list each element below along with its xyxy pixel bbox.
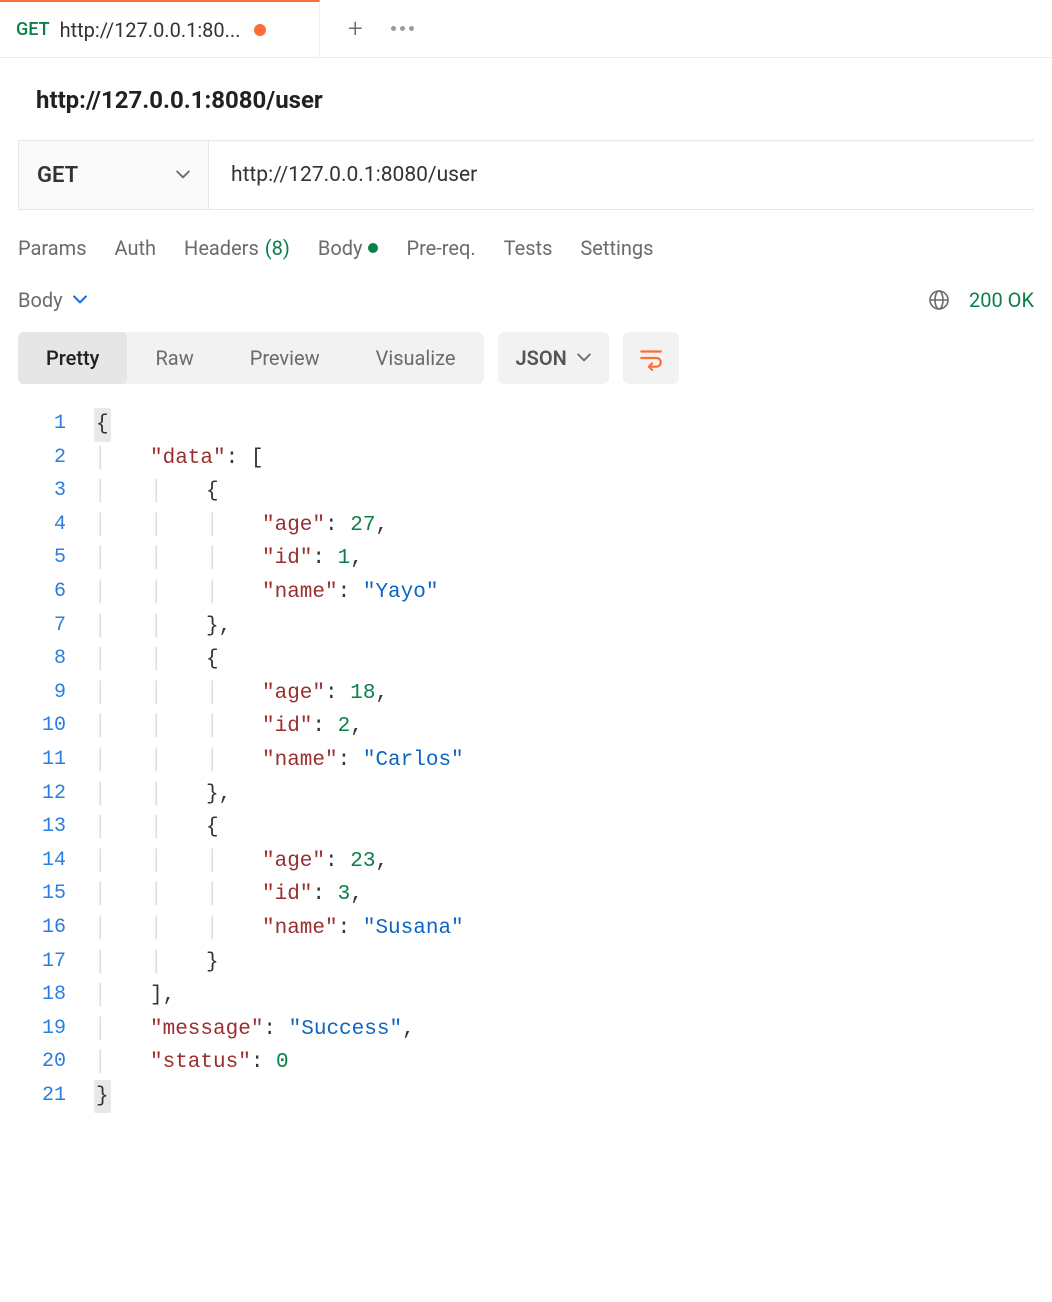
response-section-select[interactable]: Body bbox=[18, 288, 87, 312]
unsaved-indicator-icon bbox=[254, 24, 266, 36]
view-tab-visualize[interactable]: Visualize bbox=[348, 332, 484, 384]
view-tabs: Pretty Raw Preview Visualize bbox=[18, 332, 484, 384]
tab-prereq[interactable]: Pre-req. bbox=[406, 236, 475, 260]
title-bar: http://127.0.0.1:8080/user bbox=[0, 58, 1052, 140]
response-body[interactable]: 1{ 2│"data": [ 3││{ 4│││"age": 27, 5│││"… bbox=[0, 402, 1052, 1119]
tabs-actions: + bbox=[320, 16, 414, 42]
method-label: GET bbox=[37, 163, 78, 188]
wrap-icon bbox=[638, 345, 664, 371]
tab-auth[interactable]: Auth bbox=[115, 236, 157, 260]
tab-method-badge: GET bbox=[16, 19, 50, 40]
status-text[interactable]: 200 OK bbox=[969, 288, 1034, 312]
globe-icon[interactable] bbox=[927, 288, 951, 312]
url-bar: GET http://127.0.0.1:8080/user bbox=[18, 140, 1034, 210]
format-select[interactable]: JSON bbox=[498, 332, 609, 384]
chevron-down-icon bbox=[577, 351, 591, 365]
body-indicator-icon bbox=[368, 243, 378, 253]
tab-body[interactable]: Body bbox=[318, 236, 379, 260]
tab-headers[interactable]: Headers (8) bbox=[184, 236, 290, 260]
tab-tests[interactable]: Tests bbox=[504, 236, 553, 260]
request-tabs: Params Auth Headers (8) Body Pre-req. Te… bbox=[0, 210, 1052, 278]
view-controls: Pretty Raw Preview Visualize JSON bbox=[0, 322, 1052, 402]
request-tab[interactable]: GET http://127.0.0.1:80... bbox=[0, 0, 320, 58]
http-method-select[interactable]: GET bbox=[19, 141, 209, 209]
tab-title: http://127.0.0.1:80... bbox=[60, 18, 241, 42]
view-tab-pretty[interactable]: Pretty bbox=[18, 332, 127, 384]
url-text: http://127.0.0.1:8080/user bbox=[231, 163, 477, 187]
view-tab-preview[interactable]: Preview bbox=[222, 332, 348, 384]
wrap-lines-button[interactable] bbox=[623, 332, 679, 384]
chevron-down-icon bbox=[73, 293, 87, 307]
response-header: Body 200 OK bbox=[0, 278, 1052, 322]
new-tab-button[interactable]: + bbox=[348, 16, 363, 42]
chevron-down-icon bbox=[176, 168, 190, 182]
view-tab-raw[interactable]: Raw bbox=[127, 332, 221, 384]
tabs-bar: GET http://127.0.0.1:80... + bbox=[0, 0, 1052, 58]
response-section-label: Body bbox=[18, 288, 63, 312]
tab-menu-button[interactable] bbox=[391, 26, 414, 31]
url-input[interactable]: http://127.0.0.1:8080/user bbox=[209, 141, 1034, 209]
tab-params[interactable]: Params bbox=[18, 236, 87, 260]
format-label: JSON bbox=[516, 346, 567, 370]
request-title: http://127.0.0.1:8080/user bbox=[36, 86, 1034, 114]
tab-settings[interactable]: Settings bbox=[580, 236, 653, 260]
